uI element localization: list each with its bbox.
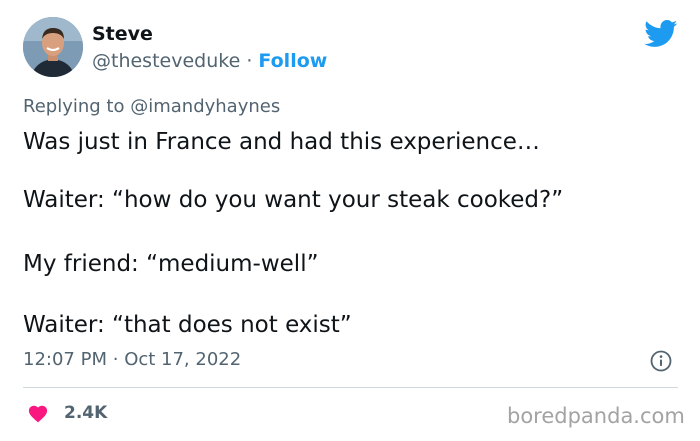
avatar[interactable]	[23, 17, 83, 77]
replying-to: Replying to @imandyhaynes	[23, 95, 280, 119]
author-name[interactable]: Steve	[92, 22, 153, 46]
heart-icon	[28, 405, 48, 423]
source-watermark: boredpanda.com	[507, 404, 685, 428]
replying-prefix: Replying to	[23, 96, 125, 117]
info-icon[interactable]	[650, 350, 672, 372]
tweet-text-line: Was just in France and had this experien…	[23, 129, 540, 155]
reply-mention-link[interactable]: @imandyhaynes	[130, 96, 280, 117]
author-handle[interactable]: @thesteveduke	[92, 50, 240, 72]
tweet-timestamp[interactable]: 12:07 PM · Oct 17, 2022	[23, 348, 241, 372]
tweet-text-line: My friend: “medium-well”	[23, 251, 319, 277]
divider	[23, 387, 678, 388]
like-count: 2.4K	[64, 403, 108, 423]
like-button[interactable]: 2.4K	[27, 401, 107, 425]
tweet-text-line: Waiter: “how do you want your steak cook…	[23, 187, 564, 213]
follow-button[interactable]: Follow	[258, 50, 327, 72]
twitter-bird-icon[interactable]	[644, 20, 678, 48]
author-handle-row: @thesteveduke · Follow	[92, 49, 327, 73]
tweet-text-line: Waiter: “that does not exist”	[23, 312, 352, 338]
timestamp-separator: ·	[112, 349, 119, 370]
tweet-time: 12:07 PM	[23, 349, 107, 370]
tweet-card: Steve @thesteveduke · Follow Replying to…	[0, 0, 700, 441]
tweet-date: Oct 17, 2022	[124, 349, 242, 370]
handle-separator: ·	[246, 50, 253, 72]
